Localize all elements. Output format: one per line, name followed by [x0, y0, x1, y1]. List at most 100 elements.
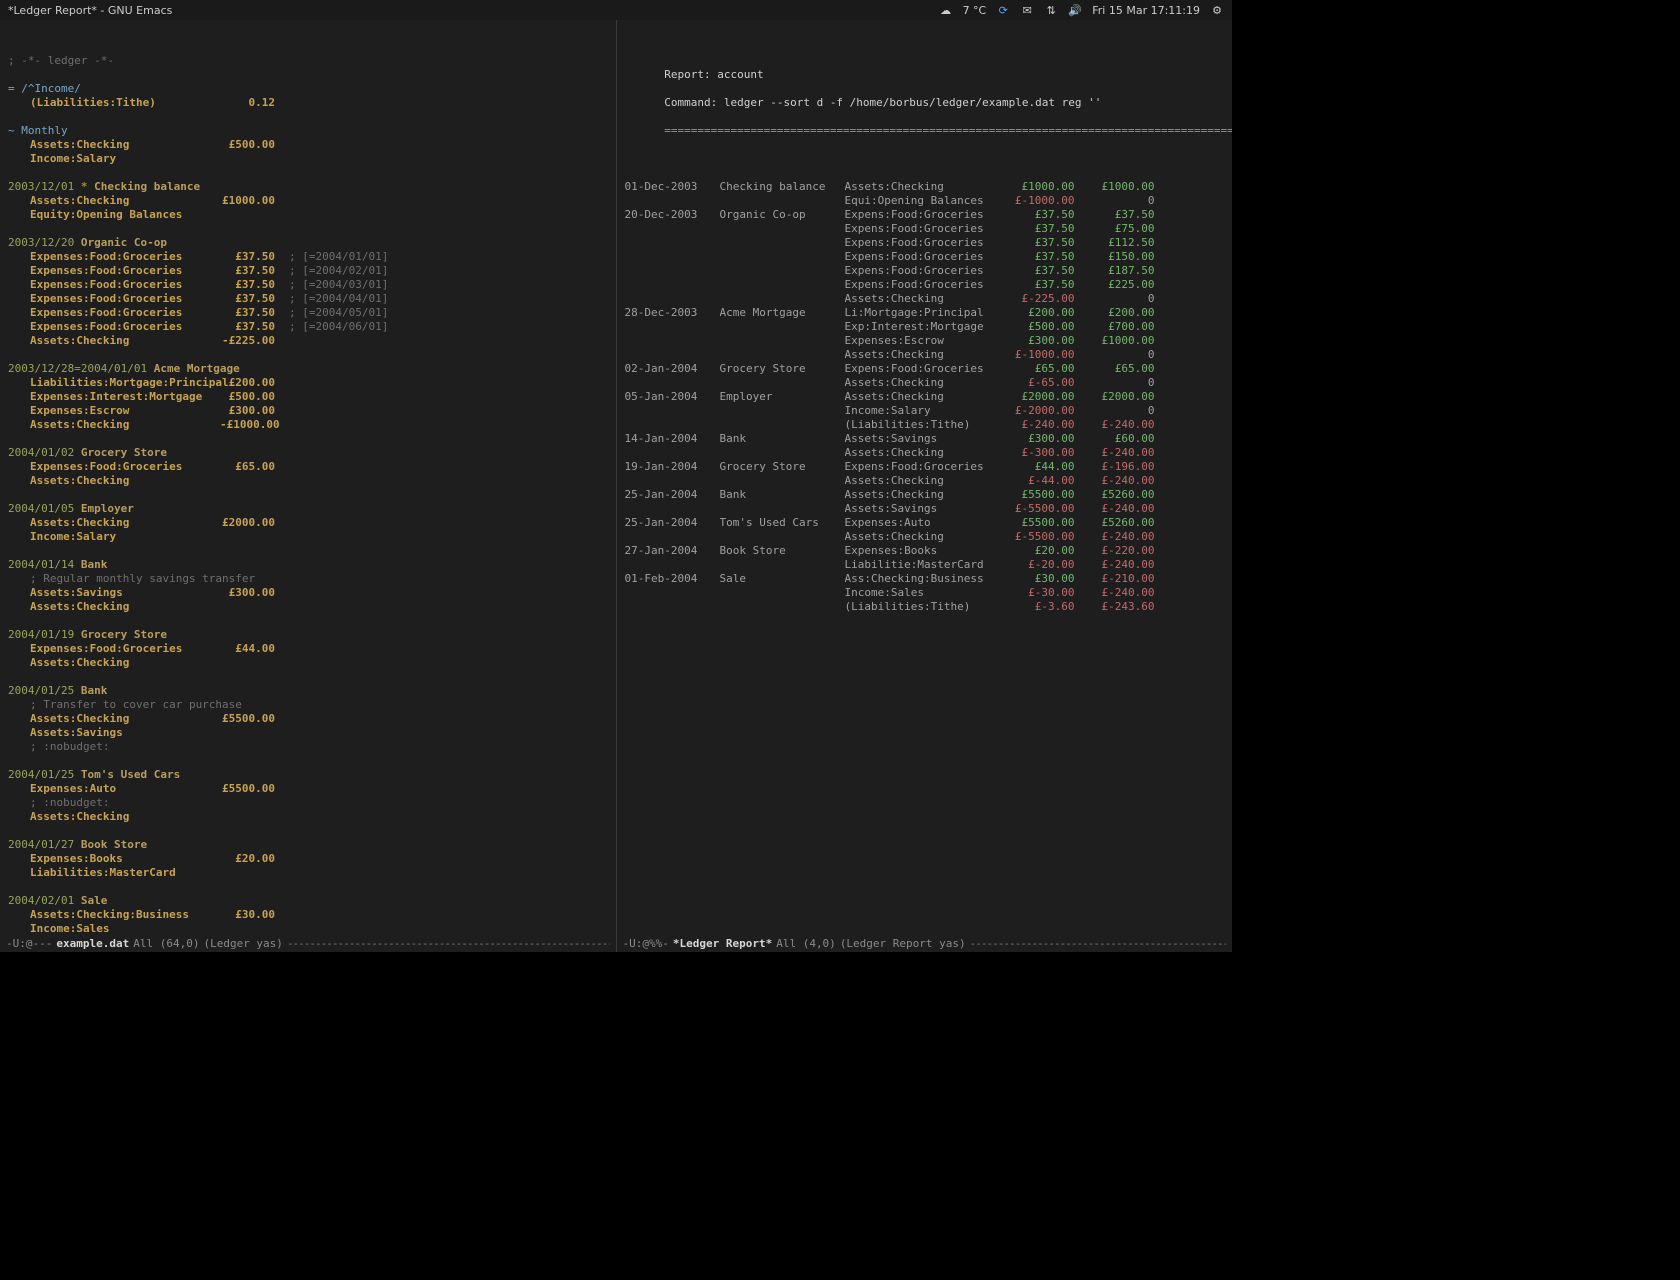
posting-line: Income:Salary	[8, 152, 608, 166]
posting-line: Liabilities:MasterCard	[8, 866, 608, 880]
report-row: 02-Jan-2004Grocery StoreExpens:Food:Groc…	[625, 362, 1225, 376]
ledger-report-buffer[interactable]: Report: account Command: ledger --sort d…	[617, 20, 1233, 952]
posting-line: Expenses:Food:Groceries£37.50; [=2004/01…	[8, 250, 608, 264]
report-row: 19-Jan-2004Grocery StoreExpens:Food:Groc…	[625, 460, 1225, 474]
report-row: Assets:Checking£-65.000	[625, 376, 1225, 390]
posting-line: Expenses:Food:Groceries£44.00	[8, 642, 608, 656]
report-row: Liabilitie:MasterCard£-20.00£-240.00	[625, 558, 1225, 572]
modeline-dashes: ----------------------------------------…	[287, 937, 610, 951]
tx-header: 2004/01/25 Bank	[8, 684, 608, 698]
posting-line: Expenses:Escrow£300.00	[8, 404, 608, 418]
posting-line: Liabilities:Mortgage:Principal£200.00	[8, 376, 608, 390]
emacs-frame: ; -*- ledger -*- = /^Income/(Liabilities…	[0, 20, 1232, 952]
report-row: (Liabilities:Tithe)£-3.60£-243.60	[625, 600, 1225, 614]
tx-header: 2003/12/28=2004/01/01 Acme Mortgage	[8, 362, 608, 376]
posting-line: Assets:Checking£1000.00	[8, 194, 608, 208]
posting-line: Assets:Checking	[8, 474, 608, 488]
tx-comment: ; Transfer to cover car purchase	[8, 698, 608, 712]
report-row: 27-Jan-2004Book StoreExpenses:Books£20.0…	[625, 544, 1225, 558]
report-row: Income:Sales£-30.00£-240.00	[625, 586, 1225, 600]
system-tray: ☁ 7 °C ⟳ ✉ ⇅ 🔊 Fri 15 Mar 17:11:19 ⚙	[939, 3, 1224, 17]
posting-line: Assets:Checking:Business£30.00	[8, 908, 608, 922]
posting-line: Income:Salary	[8, 530, 608, 544]
posting-line: Expenses:Food:Groceries£37.50; [=2004/03…	[8, 278, 608, 292]
modeline-left: -U:@--- example.dat All (64,0) (Ledger y…	[0, 936, 616, 952]
posting-line: Expenses:Books£20.00	[8, 852, 608, 866]
tx-header: 2004/01/19 Grocery Store	[8, 628, 608, 642]
window-title: *Ledger Report* - GNU Emacs	[8, 4, 172, 17]
modeline-flags: -U:@---	[6, 937, 52, 951]
report-row: Assets:Checking£-5500.00£-240.00	[625, 530, 1225, 544]
buffer-position: All (64,0)	[133, 937, 199, 951]
modeline-dashes: ----------------------------------------…	[970, 937, 1226, 951]
desktop-top-bar: *Ledger Report* - GNU Emacs ☁ 7 °C ⟳ ✉ ⇅…	[0, 0, 1232, 20]
report-row: Expenses:Escrow£300.00£1000.00	[625, 334, 1225, 348]
report-row: (Liabilities:Tithe)£-240.00£-240.00	[625, 418, 1225, 432]
tx-comment: ; :nobudget:	[8, 740, 608, 754]
settings-gear-icon[interactable]: ⚙	[1210, 3, 1224, 17]
posting-line: Assets:Checking	[8, 810, 608, 824]
report-row: 14-Jan-2004BankAssets:Savings£300.00£60.…	[625, 432, 1225, 446]
report-row: 01-Feb-2004SaleAss:Checking:Business£30.…	[625, 572, 1225, 586]
report-row: Assets:Checking£-44.00£-240.00	[625, 474, 1225, 488]
clock-datetime: Fri 15 Mar 17:11:19	[1092, 4, 1200, 17]
buffer-name: *Ledger Report*	[673, 937, 772, 951]
posting-line: Assets:Checking-£1000.00	[8, 418, 608, 432]
report-row: 28-Dec-2003Acme MortgageLi:Mortgage:Prin…	[625, 306, 1225, 320]
buffer-name: example.dat	[56, 937, 129, 951]
report-label: Report: account	[664, 68, 763, 81]
report-row: Expens:Food:Groceries£37.50£112.50	[625, 236, 1225, 250]
report-row: 20-Dec-2003Organic Co-opExpens:Food:Groc…	[625, 208, 1225, 222]
posting-line: Assets:Checking£2000.00	[8, 516, 608, 530]
report-separator: ========================================…	[664, 124, 1232, 137]
tx-header: 2004/01/14 Bank	[8, 558, 608, 572]
posting-line: Assets:Checking£5500.00	[8, 712, 608, 726]
report-command: Command: ledger --sort d -f /home/borbus…	[664, 96, 1101, 109]
tx-header: 2004/01/02 Grocery Store	[8, 446, 608, 460]
major-mode: (Ledger Report yas)	[840, 937, 966, 951]
posting-line: Expenses:Food:Groceries£65.00	[8, 460, 608, 474]
tx-header: 2003/12/20 Organic Co-op	[8, 236, 608, 250]
posting-line: Equity:Opening Balances	[8, 208, 608, 222]
network-icon[interactable]: ⇅	[1044, 3, 1058, 17]
report-row: Exp:Interest:Mortgage£500.00£700.00	[625, 320, 1225, 334]
modeline-flags: -U:@%%-	[623, 937, 669, 951]
posting-line: (Liabilities:Tithe)0.12	[8, 96, 608, 110]
posting-line: Assets:Checking£500.00	[8, 138, 608, 152]
posting-line: Assets:Checking	[8, 600, 608, 614]
ledger-source-buffer[interactable]: ; -*- ledger -*- = /^Income/(Liabilities…	[0, 20, 617, 952]
posting-line: Expenses:Food:Groceries£37.50; [=2004/05…	[8, 306, 608, 320]
tx-comment: ; :nobudget:	[8, 796, 608, 810]
tx-header: 2004/01/27 Book Store	[8, 838, 608, 852]
posting-line: Income:Sales	[8, 922, 608, 936]
report-row: 25-Jan-2004BankAssets:Checking£5500.00£5…	[625, 488, 1225, 502]
major-mode: (Ledger yas)	[203, 937, 282, 951]
periodic-tx-header: ~ Monthly	[8, 124, 68, 137]
report-row: Income:Salary£-2000.000	[625, 404, 1225, 418]
posting-line: Assets:Savings£300.00	[8, 586, 608, 600]
report-row: Expens:Food:Groceries£37.50£150.00	[625, 250, 1225, 264]
report-row: Equi:Opening Balances£-1000.000	[625, 194, 1225, 208]
tx-comment: ; Regular monthly savings transfer	[8, 572, 608, 586]
file-mode-comment: ; -*- ledger -*-	[8, 54, 608, 68]
weather-icon: ☁	[939, 3, 953, 17]
mail-icon[interactable]: ✉	[1020, 3, 1034, 17]
refresh-icon[interactable]: ⟳	[996, 3, 1010, 17]
weather-temp: 7 °C	[963, 4, 987, 17]
volume-icon[interactable]: 🔊	[1068, 3, 1082, 17]
posting-line: Expenses:Food:Groceries£37.50; [=2004/06…	[8, 320, 608, 334]
posting-line: Expenses:Interest:Mortgage£500.00	[8, 390, 608, 404]
report-row: 25-Jan-2004Tom's Used CarsExpenses:Auto£…	[625, 516, 1225, 530]
tx-header: 2004/01/25 Tom's Used Cars	[8, 768, 608, 782]
posting-line: Assets:Checking-£225.00	[8, 334, 608, 348]
report-row: Assets:Checking£-300.00£-240.00	[625, 446, 1225, 460]
posting-line: Assets:Checking	[8, 656, 608, 670]
tx-header: 2004/02/01 Sale	[8, 894, 608, 908]
posting-line: Expenses:Auto£5500.00	[8, 782, 608, 796]
automated-tx-header: = /^Income/	[8, 82, 81, 95]
posting-line: Expenses:Food:Groceries£37.50; [=2004/04…	[8, 292, 608, 306]
posting-line: Expenses:Food:Groceries£37.50; [=2004/02…	[8, 264, 608, 278]
report-row: 05-Jan-2004EmployerAssets:Checking£2000.…	[625, 390, 1225, 404]
modeline-right: -U:@%%- *Ledger Report* All (4,0) (Ledge…	[617, 936, 1233, 952]
tx-header: 2004/01/05 Employer	[8, 502, 608, 516]
